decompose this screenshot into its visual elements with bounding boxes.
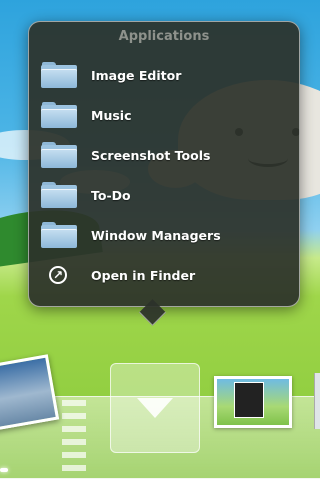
open-in-finder-label: Open in Finder — [91, 267, 196, 283]
triangle-down-icon — [137, 398, 173, 418]
folder-icon — [41, 222, 77, 248]
open-in-finder-item[interactable]: ↗ Open in Finder — [41, 258, 287, 292]
stack-item-screenshot-tools[interactable]: Screenshot Tools — [41, 138, 287, 172]
applications-stack-button[interactable] — [110, 363, 200, 453]
stack-item-window-managers[interactable]: Window Managers — [41, 218, 287, 252]
folder-icon — [41, 62, 77, 88]
stack-item-music[interactable]: Music — [41, 98, 287, 132]
stack-title: Applications — [118, 29, 210, 44]
stack-item-label: Image Editor — [91, 67, 182, 83]
dock-item-partial[interactable] — [314, 373, 320, 429]
dock-reflection — [62, 400, 86, 478]
stack-popup: Applications Image Editor Music Screensh… — [28, 21, 300, 307]
arrow-circle-icon: ↗ — [49, 266, 67, 284]
stack-item-label: Music — [91, 107, 132, 123]
folder-icon — [41, 142, 77, 168]
stack-item-label: To-Do — [91, 187, 131, 203]
running-indicator — [0, 468, 8, 472]
stack-item-image-editor[interactable]: Image Editor — [41, 58, 287, 92]
folder-icon — [41, 182, 77, 208]
stack-item-label: Screenshot Tools — [91, 147, 211, 163]
stack-item-label: Window Managers — [91, 227, 221, 243]
folder-icon — [41, 102, 77, 128]
stack-item-to-do[interactable]: To-Do — [41, 178, 287, 212]
dock-item-screenshot[interactable] — [214, 376, 292, 428]
